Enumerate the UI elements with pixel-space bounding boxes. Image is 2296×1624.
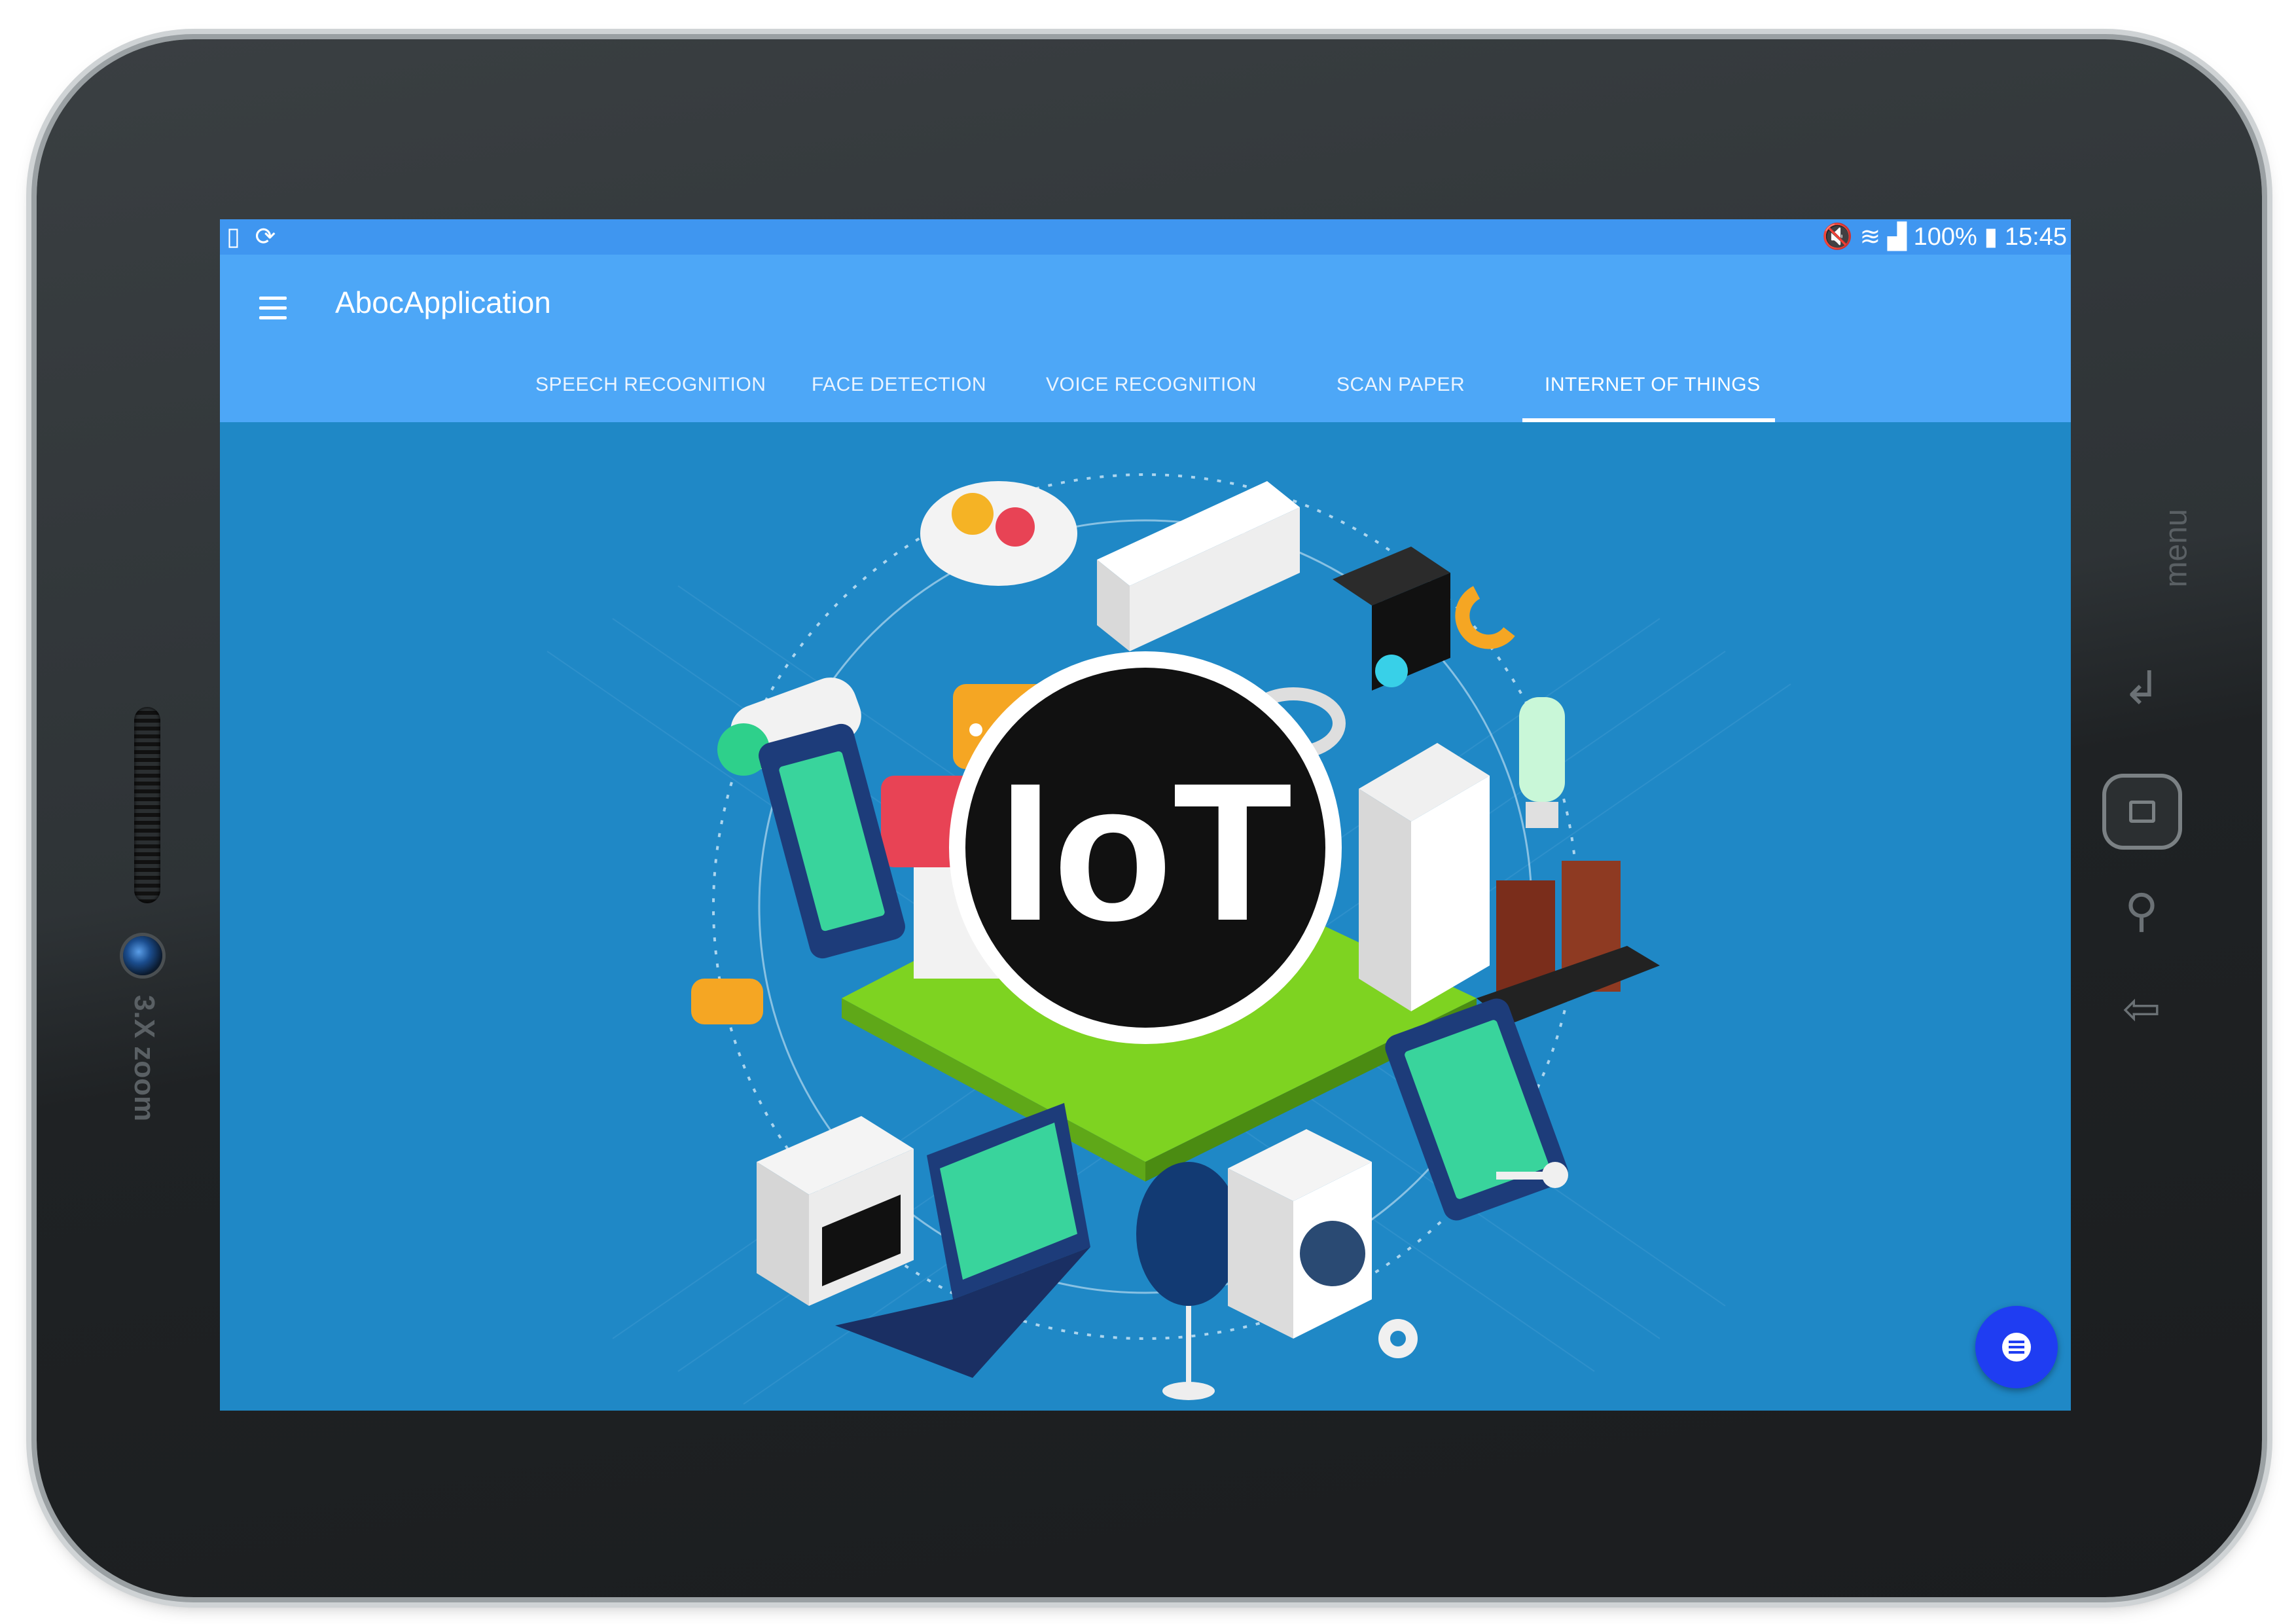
previous-key-icon[interactable]: ⇦ <box>2109 982 2174 1036</box>
tab-face-detection[interactable]: FACE DETECTION <box>812 374 986 396</box>
gear-icon <box>1378 1319 1418 1358</box>
speakers-icon <box>1477 861 1660 1024</box>
iot-badge-text: IoT <box>998 742 1293 962</box>
screenshot-icon: ▯ <box>226 223 240 251</box>
signal-icon: ▟ <box>1887 223 1907 251</box>
app-bar: AbocApplication SPEECH RECOGNITION FACE … <box>220 255 2071 422</box>
home-key-icon <box>2129 801 2155 823</box>
cloud-icon <box>920 481 1077 586</box>
camera-zoom-label: 3.X zoom <box>128 995 160 1122</box>
menu-key-label: menu <box>2159 509 2194 588</box>
air-conditioner-icon <box>1097 481 1300 651</box>
hamburger-menu-icon[interactable] <box>259 297 287 326</box>
mute-icon: 🔇 <box>1821 223 1853 251</box>
iot-illustration: IoT <box>547 473 1791 1405</box>
tab-voice-recognition[interactable]: VOICE RECOGNITION <box>1046 374 1257 396</box>
status-left-icons: ▯ ⟳ <box>226 222 276 251</box>
back-key-icon[interactable]: ↲ <box>2109 661 2174 715</box>
tab-internet-of-things[interactable]: INTERNET OF THINGS <box>1545 374 1761 396</box>
clock: 15:45 <box>2004 223 2067 251</box>
fan-icon <box>1136 1162 1241 1400</box>
washing-machine-icon <box>1228 1129 1372 1339</box>
speaker-grille <box>134 707 160 903</box>
wifi-icon: ≋ <box>1859 223 1881 251</box>
battery-percent: 100% <box>1913 223 1977 251</box>
app-title: AbocApplication <box>335 285 551 319</box>
horseshoe-magnet-icon <box>1455 586 1515 649</box>
home-key[interactable] <box>2106 778 2178 846</box>
list-icon <box>2002 1333 2031 1362</box>
tab-speech-recognition[interactable]: SPEECH RECOGNITION <box>535 374 766 396</box>
status-right-icons: 🔇 ≋ ▟ 100% ▮ 15:45 <box>1822 222 2067 251</box>
light-bulb-icon <box>1519 697 1565 828</box>
padlock-icon <box>691 979 763 1024</box>
stove-icon <box>757 1116 914 1306</box>
search-key-icon[interactable]: ⚲ <box>2109 884 2174 937</box>
tablet-icon <box>1385 998 1568 1221</box>
floating-action-button[interactable] <box>1975 1306 2058 1388</box>
device-screen: ▯ ⟳ 🔇 ≋ ▟ 100% ▮ 15:45 AbocApplication S… <box>220 219 2071 1411</box>
refrigerator-icon <box>1359 743 1490 1011</box>
status-bar: ▯ ⟳ 🔇 ≋ ▟ 100% ▮ 15:45 <box>220 219 2071 255</box>
coffee-machine-icon <box>1333 547 1450 691</box>
tab-scan-paper[interactable]: SCAN PAPER <box>1336 374 1465 396</box>
camera-lens <box>123 936 162 975</box>
sync-icon: ⟳ <box>255 223 276 251</box>
battery-icon: ▮ <box>1984 223 1998 251</box>
